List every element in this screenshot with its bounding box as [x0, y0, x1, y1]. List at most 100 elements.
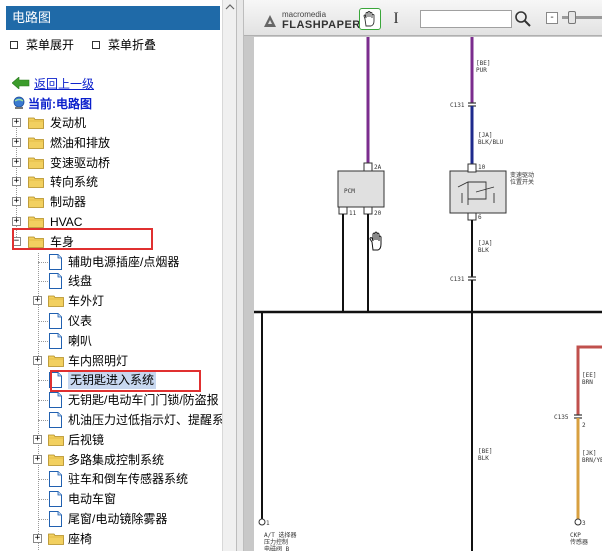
viewer-toolbar: macromedia FLASHPAPER I -	[244, 0, 602, 36]
tree-item-label: 变速驱动桥	[50, 155, 111, 170]
tree-item[interactable]: 机油压力过低指示灯、提醒系	[30, 411, 230, 429]
tree-item[interactable]: 尾窗/电动镜除雾器	[30, 510, 230, 528]
panel-title: 电路图	[6, 6, 220, 30]
switch-pin-top	[467, 163, 477, 173]
switch-box	[449, 170, 507, 214]
zoom-slider-knob[interactable]	[568, 11, 576, 24]
highlight-box-body	[12, 228, 153, 250]
label-bottom-left: A/T 选择器压力控制电磁阀 B	[264, 531, 296, 551]
tree-branch-line	[38, 400, 48, 402]
tree-item[interactable]: + 车内照明灯	[30, 352, 230, 370]
document-icon	[49, 491, 62, 508]
hand-tool-button[interactable]	[359, 8, 381, 30]
label-pin-bl: 1	[266, 520, 270, 527]
label-pcm-pin-top: 2A	[374, 164, 382, 171]
folder-icon	[48, 354, 64, 367]
menu-expand-button[interactable]: 菜单展开	[10, 37, 74, 53]
zoom-out-button[interactable]: -	[546, 12, 558, 24]
label-switch: 变速驱动位置开关	[510, 171, 534, 186]
document-icon	[49, 412, 62, 428]
document-page[interactable]: [BE] PUR C131 [JA] BLK/BLU 2A PCM 11 20 10…	[254, 37, 602, 551]
tree-branch-line	[38, 420, 48, 421]
expand-toggle-icon[interactable]: +	[12, 177, 21, 187]
folder-icon	[48, 294, 64, 308]
tree-item[interactable]: 喇叭	[30, 332, 230, 350]
label-c135: C135	[554, 414, 569, 421]
tree-scrollbar[interactable]	[222, 0, 236, 551]
label-c131-b: C131	[450, 276, 465, 283]
current-location: 当前:电路图	[12, 96, 92, 112]
expand-toggle-icon[interactable]: +	[33, 434, 42, 444]
search-input[interactable]	[420, 10, 512, 28]
checkbox-icon	[92, 41, 100, 49]
folder-icon	[28, 195, 44, 209]
search-icon[interactable]	[514, 10, 532, 28]
pcm-pin-top	[363, 162, 373, 172]
tree-item[interactable]: + 多路集成控制系统	[30, 451, 230, 469]
flashpaper-logo: macromedia FLASHPAPER	[260, 10, 360, 32]
tree-branch-line	[38, 281, 48, 283]
folder-icon	[48, 433, 64, 446]
tree-item-label: 座椅	[68, 531, 93, 546]
tree-item[interactable]: + 变速驱动桥	[10, 154, 220, 172]
pane-divider[interactable]	[236, 0, 244, 551]
tree-item[interactable]: 电动车窗	[30, 490, 230, 508]
tree-item[interactable]: 仪表	[30, 312, 230, 330]
label-switch-pin-top: 10	[478, 164, 486, 171]
document-icon	[49, 273, 62, 290]
tree-branch-line	[38, 479, 48, 481]
brand-bottom: FLASHPAPER	[282, 19, 361, 31]
tree-item-label: 车内照明灯	[68, 353, 129, 368]
tree-item[interactable]: 辅助电源插座/点烟器	[30, 253, 230, 271]
back-link[interactable]: 返回上一级	[12, 76, 94, 92]
tree-item[interactable]: + 座椅	[30, 530, 230, 548]
expand-toggle-icon[interactable]: +	[12, 137, 21, 147]
terminal-left	[258, 518, 266, 526]
highlight-box-keyless	[50, 370, 201, 392]
tree-item[interactable]: 无钥匙/电动车门门锁/防盗报	[30, 391, 230, 409]
document-icon	[49, 471, 62, 488]
tree-item-label: 辅助电源插座/点烟器	[68, 254, 180, 269]
tree-item[interactable]: + 发动机	[10, 114, 220, 132]
expand-toggle-icon[interactable]: +	[33, 533, 42, 543]
tree-item[interactable]: + 车外灯	[30, 292, 230, 310]
label-wire-below-switch: [JA] BLK	[478, 240, 492, 254]
text-select-tool[interactable]: I	[389, 10, 403, 28]
expand-toggle-icon[interactable]: +	[33, 296, 42, 306]
menu-collapse-button[interactable]: 菜单折叠	[92, 37, 156, 53]
tree-item-label: 电动车窗	[68, 492, 117, 507]
tree-item[interactable]: 线盘	[30, 272, 230, 290]
expand-toggle-icon[interactable]: +	[12, 157, 21, 167]
tree-item-label: 线盘	[68, 274, 93, 289]
pcm-pin-bottom-right	[363, 206, 373, 215]
flashpaper-viewer: macromedia FLASHPAPER I - [BE] PUR C131 …	[244, 0, 602, 551]
expand-toggle-icon[interactable]: +	[12, 217, 21, 226]
tree-item[interactable]: + 制动器	[10, 193, 220, 211]
tree-branch-line	[38, 321, 48, 322]
checkbox-icon	[10, 41, 18, 49]
label-pin-r2: 2	[582, 422, 586, 429]
expand-toggle-icon[interactable]: +	[12, 118, 21, 127]
expand-toggle-icon[interactable]: +	[33, 355, 42, 365]
tree-item-label: 转向系统	[50, 175, 99, 190]
tree-item-label: 发动机	[50, 116, 87, 130]
tree-item[interactable]: + 燃油和排放	[10, 134, 220, 152]
tree-item[interactable]: 驻车和倒车传感器系统	[30, 470, 230, 488]
menu-collapse-label: 菜单折叠	[108, 38, 157, 52]
tree-item-label: 仪表	[68, 314, 93, 328]
tree-item-label: 多路集成控制系统	[68, 452, 165, 467]
label-bottom-right: CKP 传感器	[570, 532, 588, 546]
tree-item-label: 燃油和排放	[50, 135, 111, 150]
tree-item[interactable]: + 后视镜	[30, 431, 230, 449]
folder-icon	[28, 136, 44, 149]
tree-panel: 电路图 菜单展开 菜单折叠 返回上一级 当前:电路图 + 发动机 + 燃油和排放 + 变速…	[0, 0, 236, 551]
globe-icon	[12, 96, 26, 110]
tree-item[interactable]: + 转向系统	[10, 173, 220, 191]
expand-toggle-icon[interactable]: +	[12, 197, 21, 207]
folder-icon	[28, 175, 44, 189]
tree-item-label: 车外灯	[68, 294, 105, 309]
folder-icon	[48, 453, 64, 466]
label-wire-red: [EE] BRN	[582, 372, 596, 386]
expand-toggle-icon[interactable]: +	[33, 454, 42, 464]
scroll-up-icon[interactable]	[225, 2, 235, 12]
